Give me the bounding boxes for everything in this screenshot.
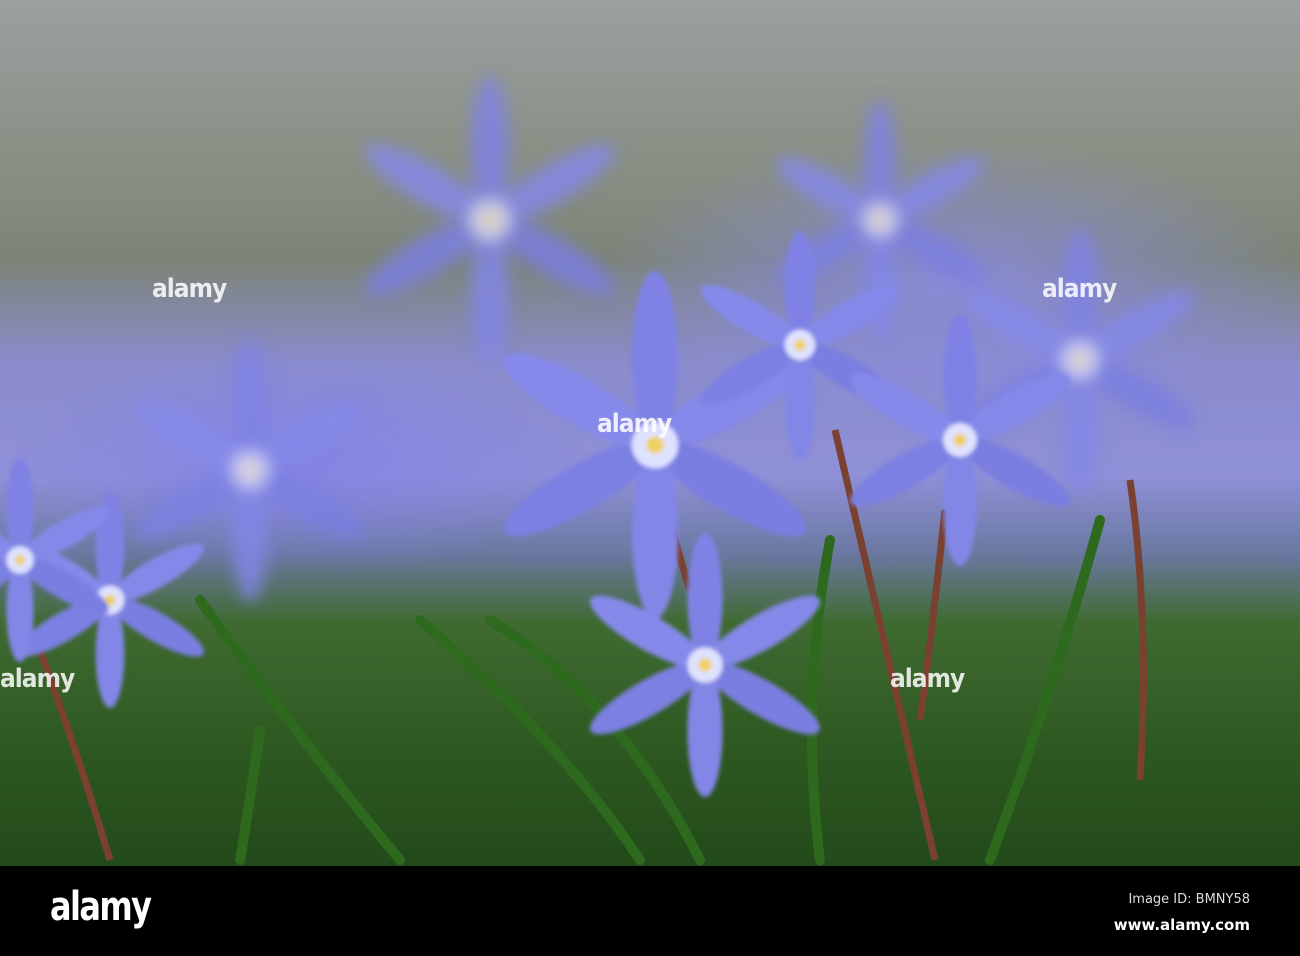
site-url: www.alamy.com: [1113, 916, 1250, 934]
watermark: alamy: [0, 664, 75, 694]
footer-bar: alamy Image ID: BMNY58 www.alamy.com: [0, 866, 1300, 956]
watermark: alamy: [890, 664, 965, 694]
watermark: alamy: [152, 274, 227, 304]
image-id: Image ID: BMNY58: [1128, 892, 1250, 907]
watermark: alamy: [597, 409, 672, 439]
alamy-logo: alamy: [50, 884, 152, 930]
stock-photo: alamy alamy alamy alamy alamy alamy Imag…: [0, 0, 1300, 956]
flower-photo: alamy alamy alamy alamy alamy: [0, 0, 1300, 866]
watermark: alamy: [1042, 274, 1117, 304]
